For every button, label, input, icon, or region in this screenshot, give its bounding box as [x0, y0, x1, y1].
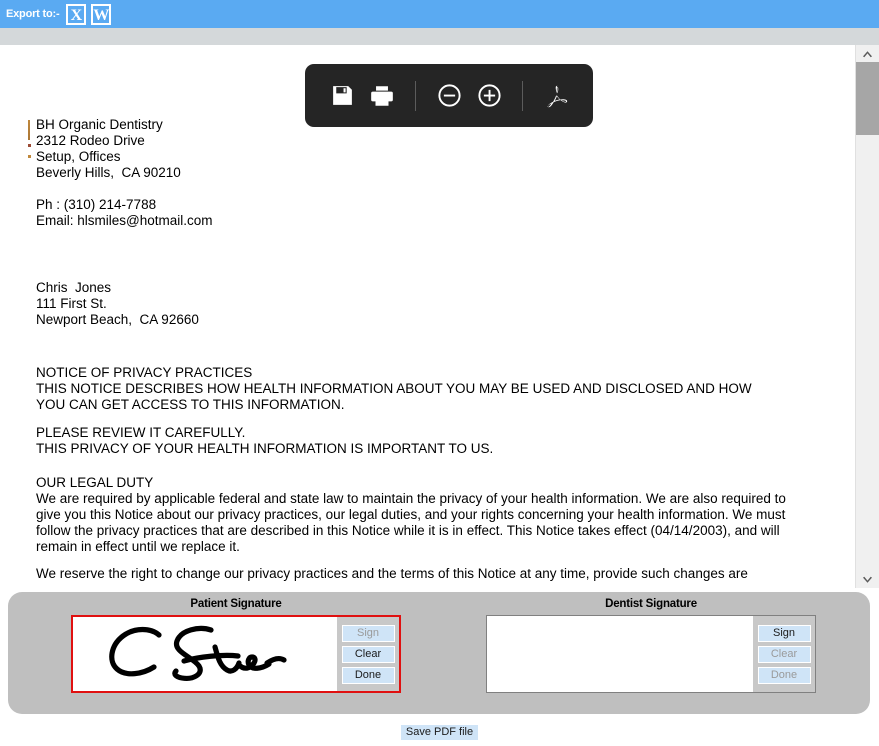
- scroll-down-arrow-icon[interactable]: [856, 571, 879, 588]
- toolbar-separator: [522, 80, 523, 111]
- dentist-signature-canvas[interactable]: [487, 616, 753, 692]
- dentist-signature-label: Dentist Signature: [605, 598, 697, 610]
- patient-address-block: Chris Jones 111 First St. Newport Beach,…: [36, 280, 199, 327]
- print-icon[interactable]: [362, 75, 402, 117]
- patient-sign-button[interactable]: Sign: [341, 624, 395, 642]
- zoom-out-icon[interactable]: [429, 75, 469, 117]
- scrollbar-thumb[interactable]: [856, 62, 879, 135]
- patient-clear-button[interactable]: Clear: [341, 645, 395, 663]
- scrollbar-track[interactable]: [856, 135, 879, 571]
- edge-artifact-dot: [28, 155, 31, 158]
- patient-signature-buttons: Sign Clear Done: [337, 617, 399, 691]
- notice-review-text: PLEASE REVIEW IT CAREFULLY. THIS PRIVACY…: [36, 425, 494, 456]
- patient-signature-canvas[interactable]: [73, 617, 337, 691]
- dentist-signature-box[interactable]: Sign Clear Done: [486, 615, 816, 693]
- toolbar-divider-strip: [0, 28, 879, 45]
- practice-contact-block: Ph : (310) 214-7788 Email: hlsmiles@hotm…: [36, 197, 213, 228]
- legal-duty-body: We are required by applicable federal an…: [36, 491, 790, 554]
- patient-signature-group: Patient Signature Sign Clear Done: [71, 598, 401, 693]
- toolbar-separator: [415, 80, 416, 111]
- dentist-done-button[interactable]: Done: [757, 666, 811, 684]
- dentist-sign-button[interactable]: Sign: [757, 624, 811, 642]
- scroll-up-arrow-icon[interactable]: [856, 45, 879, 62]
- export-label: Export to:-: [6, 8, 60, 20]
- pdf-viewer-toolbar: [305, 64, 593, 127]
- patient-signature-label: Patient Signature: [190, 598, 282, 610]
- practice-address-block: BH Organic Dentistry 2312 Rodeo Drive Se…: [36, 117, 181, 180]
- edge-artifact-dot: [28, 144, 31, 147]
- legal-duty-continued: We reserve the right to change our priva…: [36, 566, 748, 581]
- edge-artifact: [28, 120, 30, 140]
- signature-panel: Patient Signature Sign Clear Done Dentis…: [8, 592, 870, 714]
- save-icon[interactable]: [322, 75, 362, 117]
- save-pdf-file-button[interactable]: Save PDF file: [401, 725, 478, 740]
- notice-heading: NOTICE OF PRIVACY PRACTICES THIS NOTICE …: [36, 365, 752, 412]
- export-to-excel-button[interactable]: X: [66, 3, 87, 25]
- acrobat-logo-icon[interactable]: [536, 75, 576, 117]
- document-scrollbar[interactable]: [855, 45, 879, 588]
- patient-signature-box[interactable]: Sign Clear Done: [71, 615, 401, 693]
- export-toolbar: Export to:- X W: [0, 0, 879, 28]
- patient-done-button[interactable]: Done: [341, 666, 395, 684]
- zoom-in-icon[interactable]: [469, 75, 509, 117]
- footer-bar: Save PDF file: [0, 716, 879, 746]
- dentist-signature-group: Dentist Signature Sign Clear Done: [486, 598, 816, 693]
- dentist-clear-button[interactable]: Clear: [757, 645, 811, 663]
- export-to-word-button[interactable]: W: [91, 3, 112, 25]
- legal-duty-heading: OUR LEGAL DUTY: [36, 475, 154, 490]
- dentist-signature-buttons: Sign Clear Done: [753, 616, 815, 692]
